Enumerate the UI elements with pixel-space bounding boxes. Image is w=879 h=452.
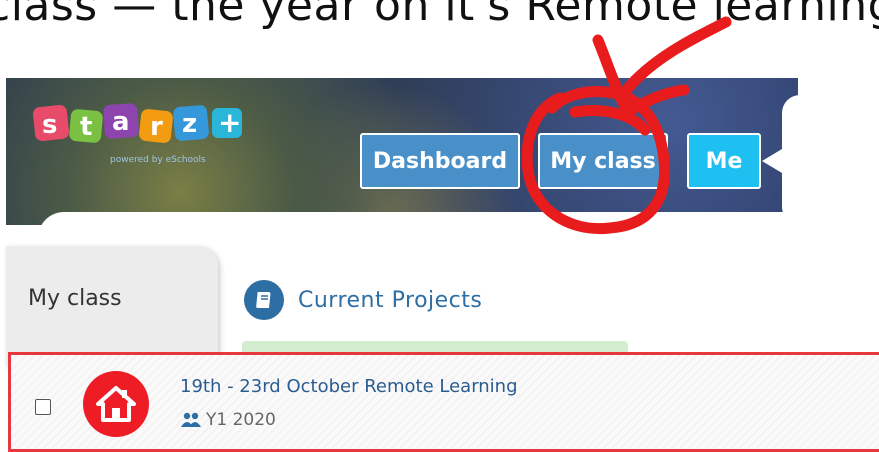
logo-letter: z [182,109,197,139]
home-icon [83,371,149,437]
people-icon [181,412,201,427]
tab-current-projects[interactable]: Current Projects [244,280,482,320]
starz-logo[interactable]: s t a r z + powered by eSchools [30,100,250,170]
my-class-button[interactable]: My class [538,133,668,189]
logo-powered-by: powered by eSchools [110,155,206,165]
dashboard-button-label: Dashboard [372,148,508,174]
tab-my-class[interactable]: My class [6,246,218,366]
project-checkbox[interactable] [35,399,51,415]
tab-current-projects-label: Current Projects [298,287,483,313]
me-tooltip-arrow [762,143,792,179]
logo-letter: s [42,110,57,140]
header-right-panel [782,95,879,225]
my-class-button-label: My class [550,148,656,174]
me-button[interactable]: Me [687,133,761,189]
tab-my-class-label: My class [28,286,122,311]
page-caption: class — the year on it's Remote learning… [0,0,879,31]
me-button-label: Me [705,148,743,174]
project-group: Y1 2020 [180,410,276,430]
book-icon [244,280,284,320]
logo-letter: t [80,112,92,142]
dashboard-button[interactable]: Dashboard [360,133,520,189]
logo-letter: + [218,106,241,139]
project-group-label: Y1 2020 [206,410,276,430]
logo-letter: a [112,107,130,137]
project-title-link[interactable]: 19th - 23rd October Remote Learning [180,376,518,397]
logo-letter: r [150,112,163,142]
